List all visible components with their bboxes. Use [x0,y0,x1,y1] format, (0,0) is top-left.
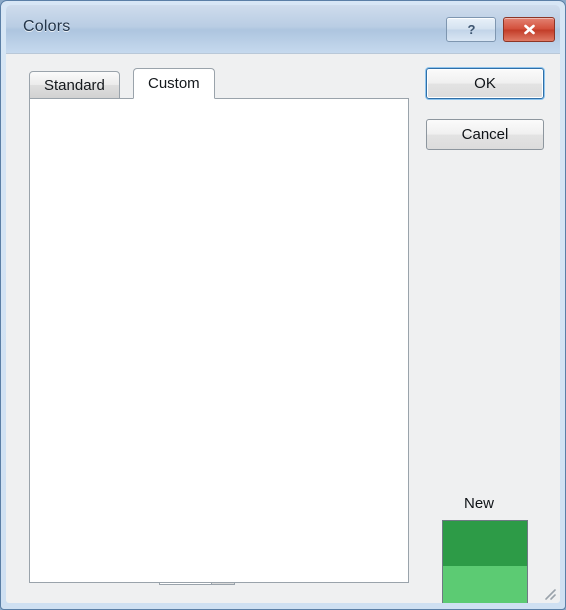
cancel-button-label: Cancel [461,126,509,143]
tab-strip: Standard Custom [29,68,409,99]
color-preview-swatch [442,520,528,603]
tab-standard[interactable]: Standard [29,71,120,99]
question-mark-icon: ? [465,22,478,37]
new-color-swatch [443,521,527,566]
ok-button[interactable]: OK [426,68,544,99]
title-bar[interactable]: Colors ? [6,5,560,53]
gradient-crosshair-marker[interactable] [140,283,168,311]
custom-tab-panel [29,98,409,583]
colors-dialog-window: Colors ? Standard Custom OK Cancel New [0,0,566,610]
dialog-client-area: Standard Custom Colors: [6,53,560,603]
window-title: Colors [23,18,71,35]
svg-text:?: ? [467,22,475,37]
close-button[interactable] [503,17,555,42]
tab-custom-label: Custom [148,75,200,92]
cancel-button[interactable]: Cancel [426,119,544,150]
help-button[interactable]: ? [446,17,496,42]
window-inner: Colors ? Standard Custom OK Cancel New [6,5,560,603]
tab-custom[interactable]: Custom [133,68,215,99]
ok-button-label: OK [474,75,496,92]
close-x-icon [522,23,537,36]
new-color-label: New [464,495,495,512]
resize-grip-icon[interactable] [543,587,557,601]
tab-standard-label: Standard [44,76,105,94]
current-color-swatch[interactable] [443,565,527,603]
